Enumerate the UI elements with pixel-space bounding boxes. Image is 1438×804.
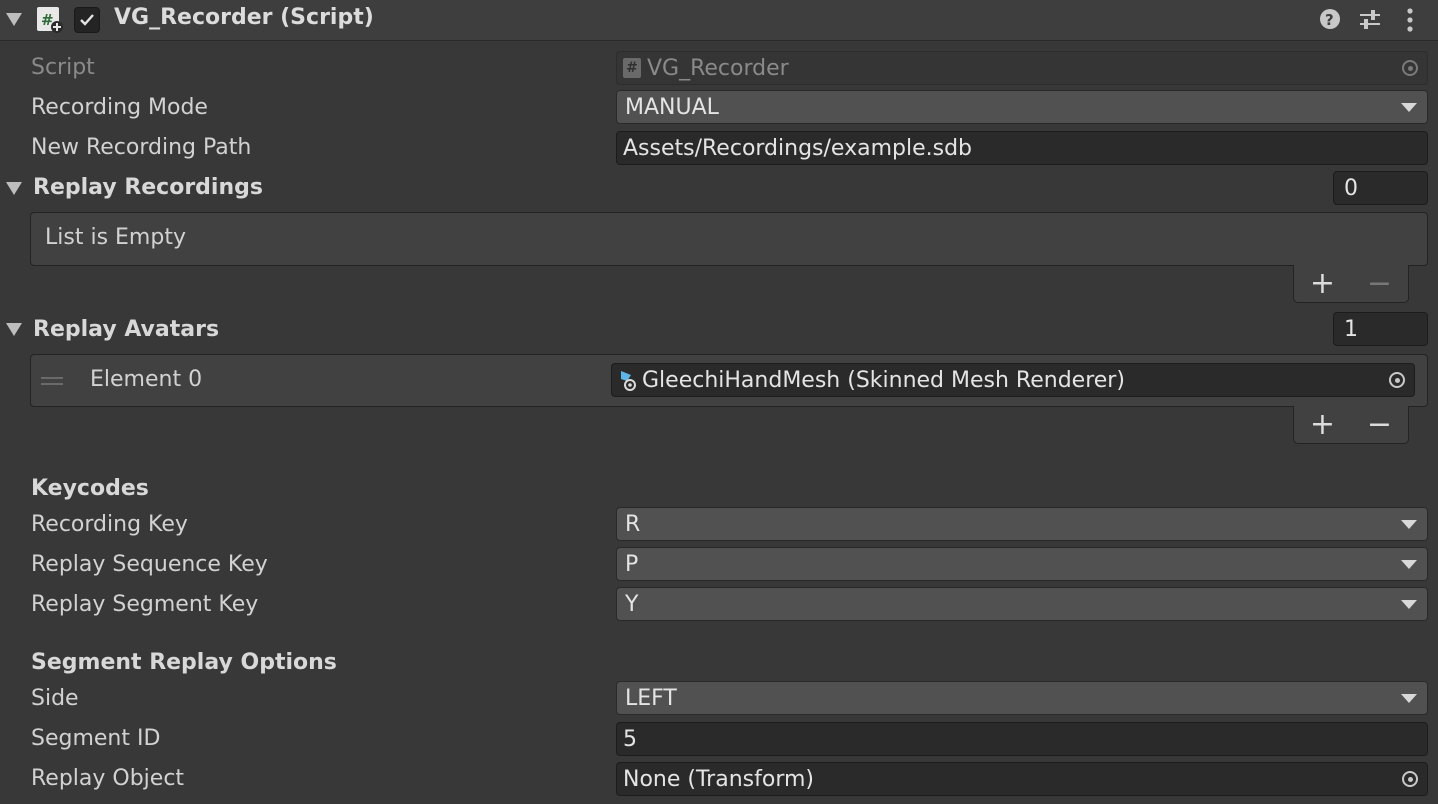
- side-dropdown[interactable]: LEFT: [616, 681, 1428, 715]
- element-0-object-field[interactable]: GleechiHandMesh (Skinned Mesh Renderer): [611, 363, 1415, 397]
- replay-recordings-list-footer: + −: [1293, 265, 1409, 303]
- replay-avatars-list-footer: + −: [1293, 406, 1409, 444]
- replay-sequence-key-label: Replay Sequence Key: [31, 552, 268, 577]
- script-field: # VG_Recorder: [616, 51, 1428, 85]
- object-picker-icon: [1402, 60, 1418, 76]
- kebab-menu-icon[interactable]: [1400, 7, 1420, 33]
- replay-object-picker-button[interactable]: [1393, 763, 1427, 795]
- new-recording-path-input[interactable]: Assets/Recordings/example.sdb: [616, 131, 1428, 165]
- recording-mode-value: MANUAL: [625, 94, 719, 120]
- replay-recordings-size-input[interactable]: 0: [1333, 171, 1428, 205]
- sliders-icon[interactable]: [1358, 7, 1384, 33]
- chevron-down-icon: [1401, 694, 1417, 703]
- keycodes-header: Keycodes: [31, 476, 149, 501]
- component-foldout-arrow[interactable]: [6, 13, 22, 26]
- script-file-icon: #: [623, 58, 641, 78]
- element-0-value: GleechiHandMesh (Skinned Mesh Renderer): [642, 367, 1125, 393]
- recording-mode-dropdown[interactable]: MANUAL: [616, 90, 1428, 124]
- replay-segment-key-value: Y: [625, 591, 639, 617]
- new-recording-path-label: New Recording Path: [31, 135, 252, 160]
- object-picker-icon: [1389, 372, 1405, 388]
- recording-mode-label: Recording Mode: [31, 95, 208, 120]
- replay-avatars-label: Replay Avatars: [33, 317, 220, 342]
- list-empty-text: List is Empty: [45, 225, 186, 250]
- recording-key-value: R: [625, 511, 641, 537]
- checkmark-icon: [80, 14, 94, 26]
- script-component-icon: #: [36, 6, 64, 34]
- remove-avatar-button[interactable]: −: [1360, 409, 1400, 440]
- chevron-down-icon: [1401, 600, 1417, 609]
- remove-recording-button[interactable]: −: [1360, 268, 1400, 299]
- replay-segment-key-label: Replay Segment Key: [31, 592, 259, 617]
- segment-id-value: 5: [623, 726, 637, 752]
- segment-id-input[interactable]: 5: [616, 722, 1428, 756]
- replay-object-field[interactable]: None (Transform): [616, 762, 1428, 796]
- replay-recordings-foldout-arrow[interactable]: [6, 182, 22, 195]
- script-picker-button: [1393, 52, 1427, 84]
- replay-avatars-size-input[interactable]: 1: [1333, 312, 1428, 346]
- svg-text:?: ?: [1325, 11, 1334, 29]
- replay-sequence-key-value: P: [625, 551, 639, 577]
- replay-segment-key-dropdown[interactable]: Y: [616, 587, 1428, 621]
- chevron-down-icon: [1401, 560, 1417, 569]
- drag-handle-icon[interactable]: [41, 377, 63, 385]
- component-title: VG_Recorder (Script): [114, 5, 374, 30]
- add-recording-button[interactable]: +: [1303, 268, 1343, 299]
- side-value: LEFT: [625, 685, 677, 711]
- script-value: VG_Recorder: [647, 55, 789, 81]
- replay-avatars-foldout-arrow[interactable]: [6, 323, 22, 336]
- recording-key-label: Recording Key: [31, 512, 188, 537]
- question-circle-icon[interactable]: ?: [1318, 7, 1344, 33]
- replay-recordings-size-value: 0: [1344, 175, 1358, 201]
- replay-object-value: None (Transform): [623, 766, 814, 792]
- skinned-mesh-renderer-icon: [618, 369, 638, 391]
- new-recording-path-value: Assets/Recordings/example.sdb: [623, 135, 972, 161]
- side-label: Side: [31, 686, 79, 711]
- replay-sequence-key-dropdown[interactable]: P: [616, 547, 1428, 581]
- replay-avatars-size-value: 1: [1344, 316, 1358, 342]
- segment-id-label: Segment ID: [31, 726, 161, 751]
- object-picker-icon: [1402, 771, 1418, 787]
- recording-key-dropdown[interactable]: R: [616, 507, 1428, 541]
- element-0-picker-button[interactable]: [1380, 364, 1414, 396]
- component-enabled-checkbox[interactable]: [74, 7, 100, 33]
- replay-object-label: Replay Object: [31, 766, 185, 791]
- replay-recordings-label: Replay Recordings: [33, 175, 263, 200]
- replay-avatars-list: Element 0 GleechiHandMesh (Skinned Mesh …: [30, 354, 1428, 407]
- script-label: Script: [31, 55, 95, 80]
- segment-replay-options-header: Segment Replay Options: [31, 650, 337, 675]
- add-avatar-button[interactable]: +: [1303, 409, 1343, 440]
- chevron-down-icon: [1401, 520, 1417, 529]
- element-0-label: Element 0: [90, 367, 203, 392]
- chevron-down-icon: [1401, 103, 1417, 112]
- replay-recordings-list: List is Empty: [30, 212, 1428, 266]
